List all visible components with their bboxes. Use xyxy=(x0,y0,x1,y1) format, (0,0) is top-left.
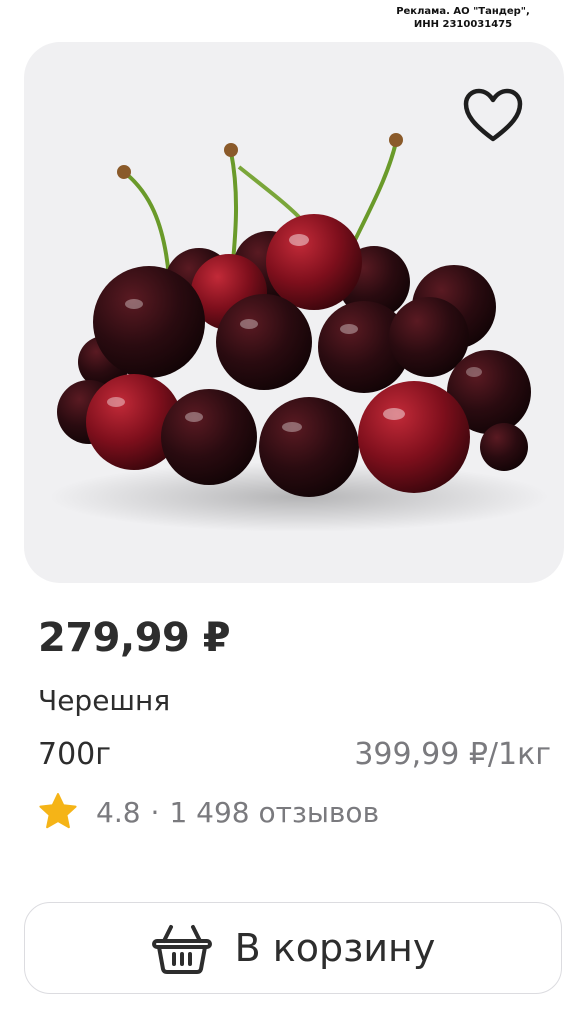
rating-reviews-count: 1 498 отзывов xyxy=(169,795,380,829)
ad-disclaimer-line2: ИНН 2310031475 xyxy=(413,19,513,30)
star-icon xyxy=(39,793,77,829)
product-price: 279,99 ₽ xyxy=(38,615,231,661)
rating-separator: · xyxy=(150,795,160,829)
ad-disclaimer: Реклама. АО "Тандер", ИНН 2310031475 xyxy=(383,5,543,31)
product-weight: 700г xyxy=(38,737,112,772)
add-to-cart-label: В корзину xyxy=(234,926,436,970)
ad-disclaimer-line1: Реклама. АО "Тандер", xyxy=(396,6,530,17)
product-unit-price: 399,99 ₽/1кг xyxy=(354,737,551,772)
heart-outline-icon xyxy=(463,88,523,142)
favorite-button[interactable] xyxy=(458,82,528,148)
basket-icon xyxy=(151,925,212,974)
add-to-cart-button[interactable]: В корзину xyxy=(24,902,562,994)
product-name: Черешня xyxy=(38,684,171,717)
product-rating[interactable]: 4.8 · 1 498 отзывов xyxy=(38,790,379,834)
rating-value: 4.8 xyxy=(96,795,141,829)
